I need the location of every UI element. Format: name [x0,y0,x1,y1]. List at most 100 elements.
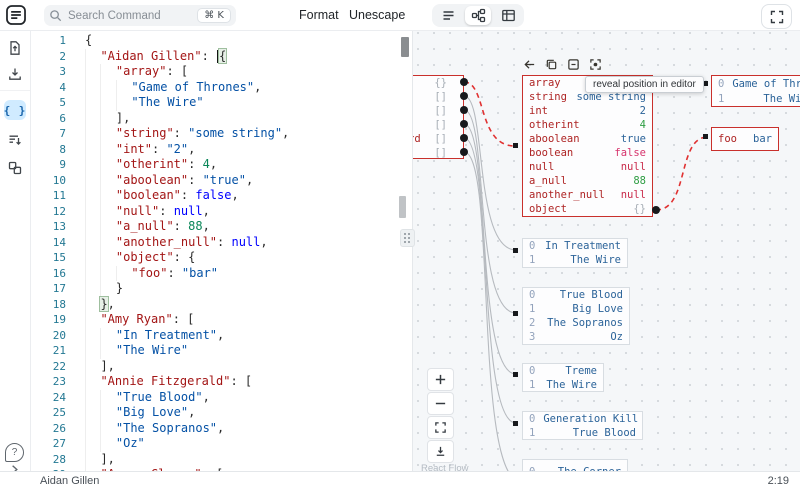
code-line[interactable]: 2"Aidan Gillen": { [30,49,412,65]
code-token: , [203,204,210,218]
code-line[interactable]: 5"The Wire" [30,95,412,111]
graph-node-object-foo[interactable]: foobar [711,127,779,151]
indent-guide [116,80,131,96]
row-value: true [621,132,646,146]
code-line[interactable]: 28], [30,452,412,468]
row-value: [] [434,132,447,146]
back-icon[interactable] [522,57,536,71]
node-row: booleanfalse [523,146,652,160]
code-line[interactable]: 24"True Blood", [30,390,412,406]
fit-view-button[interactable] [427,416,454,439]
editor-scrollbar-thumb[interactable] [401,37,409,57]
node-row: 1The Wire [712,92,800,106]
graph-node-root[interactable]: {}[][][]rd[][] [412,75,464,159]
graph-panel[interactable]: {}[][][]rd[][]array[]stringsome stringin… [412,30,800,471]
graph-node-array-items[interactable]: 0Game of Thrones1The Wire [711,75,800,107]
indent-guide [100,281,115,297]
code-line[interactable]: 4"Game of Thrones", [30,80,412,96]
tab-graph-view[interactable] [465,6,491,25]
line-number: 8 [30,142,66,158]
line-content: "The Sopranos", [66,421,224,437]
indent-guide [116,95,131,111]
code-line[interactable]: 27"Oz" [30,436,412,452]
code-token: : [152,142,166,156]
code-line[interactable]: 19"Amy Ryan": [ [30,312,412,328]
line-number: 22 [30,359,66,375]
json-braces-icon[interactable]: { } [4,100,26,120]
panel-resize-handle[interactable] [400,229,415,247]
help-icon[interactable]: ? [5,443,24,462]
tooltip: reveal position in editor [585,76,704,93]
collapse-node-icon[interactable] [566,57,580,71]
code-line[interactable]: 12"null": null, [30,204,412,220]
code-line[interactable]: 9"otherint": 4, [30,157,412,173]
focus-node-icon[interactable] [588,57,602,71]
code-line[interactable]: 22], [30,359,412,375]
tab-table-view[interactable] [495,6,521,25]
code-line[interactable]: 21"The Wire" [30,343,412,359]
editor-scroll-marker[interactable] [399,196,406,218]
code-token: 88 [188,219,202,233]
code-line[interactable]: 13"a_null": 88, [30,219,412,235]
code-line[interactable]: 8"int": "2", [30,142,412,158]
zoom-out-button[interactable] [427,392,454,415]
graph-node-generation-kill[interactable]: 0Generation Kill1True Blood [522,411,643,440]
row-key: int [529,104,548,118]
line-content: ], [66,359,115,375]
indent-guide [85,436,100,452]
zoom-in-button[interactable] [427,368,454,391]
indent-guide [85,297,100,313]
app-logo-icon[interactable] [5,4,27,26]
code-line[interactable]: 23"Annie Fitzgerald": [ [30,374,412,390]
download-icon[interactable] [4,64,26,84]
lock-button[interactable] [427,440,454,463]
search-input[interactable]: Search Command ⌘ K [44,5,236,26]
line-content: "Aidan Gillen": { [66,49,226,65]
code-editor[interactable]: 1{2"Aidan Gillen": {3"array": [4"Game of… [30,30,412,471]
import-file-icon[interactable] [4,38,26,58]
code-line[interactable]: 16"foo": "bar" [30,266,412,282]
indent-guide [85,64,100,80]
format-button[interactable]: Format [299,0,339,30]
code-line[interactable]: 20"In Treatment", [30,328,412,344]
graph-node-annie-fitzgerald[interactable]: 0True Blood1Big Love2The Sopranos3Oz [522,287,630,345]
indent-guide [100,343,115,359]
unescape-button[interactable]: Unescape [349,0,405,30]
code-line[interactable]: 7"string": "some string", [30,126,412,142]
graph-node-aidan-gillen[interactable]: array[]stringsome stringint2otherint4abo… [522,75,653,217]
code-line[interactable]: 6], [30,111,412,127]
code-token: } [100,297,107,311]
code-line[interactable]: 26"The Sopranos", [30,421,412,437]
graph-node-amy-ryan[interactable]: 0In Treatment1The Wire [522,238,628,268]
code-line[interactable]: 1{ [30,33,412,49]
code-line[interactable]: 11"boolean": false, [30,188,412,204]
tab-text-view[interactable] [435,6,461,25]
row-value: In Treatment [545,239,621,253]
code-line[interactable]: 25"Big Love", [30,405,412,421]
transform-icon[interactable] [4,158,26,178]
code-token: , [210,157,217,171]
code-line[interactable]: 17} [30,281,412,297]
code-line[interactable]: 15"object": { [30,250,412,266]
sort-icon[interactable] [4,130,26,150]
indent-guide [85,204,100,220]
indent-guide [85,235,100,251]
code-line[interactable]: 14"another_null": null, [30,235,412,251]
line-content: "Annie Fitzgerald": [ [66,374,252,390]
react-flow-attribution[interactable]: React Flow [421,463,469,471]
fullscreen-button[interactable] [761,4,792,29]
line-content: }, [66,297,115,313]
row-key: rd [412,132,421,146]
graph-node-treme[interactable]: 0Treme1The Wire [522,363,604,392]
indent-guide [100,266,115,282]
code-line[interactable]: 18}, [30,297,412,313]
duplicate-icon[interactable] [544,57,558,71]
graph-node-the-corner[interactable]: 0The Corner [522,459,628,471]
code-line[interactable]: 10"aboolean": "true", [30,173,412,189]
code-token: "The Sopranos" [116,421,217,435]
node-row: rd [] [412,132,463,146]
code-line[interactable]: 3"array": [ [30,64,412,80]
row-value: Oz [610,330,623,344]
code-lines: 1{2"Aidan Gillen": {3"array": [4"Game of… [30,33,412,471]
code-token: : [202,49,216,63]
